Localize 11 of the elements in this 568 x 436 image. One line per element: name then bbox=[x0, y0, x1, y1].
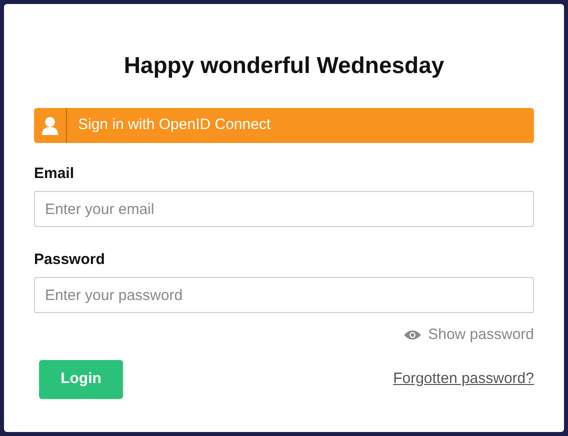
user-icon bbox=[41, 116, 59, 136]
eye-icon bbox=[403, 329, 422, 342]
openid-signin-button[interactable]: Sign in with OpenID Connect bbox=[34, 108, 534, 143]
forgotten-password-link[interactable]: Forgotten password? bbox=[393, 368, 534, 390]
email-field[interactable]: Enter your email bbox=[34, 191, 534, 227]
field-label: Password bbox=[34, 250, 105, 270]
show-password-toggle[interactable]: Show password bbox=[403, 324, 534, 346]
field-label: Email bbox=[34, 164, 74, 184]
login-button[interactable]: Login bbox=[39, 360, 123, 398]
password-field[interactable]: Enter your password bbox=[34, 277, 534, 313]
greeting-title: Happy wonderful Wednesday bbox=[122, 51, 446, 80]
